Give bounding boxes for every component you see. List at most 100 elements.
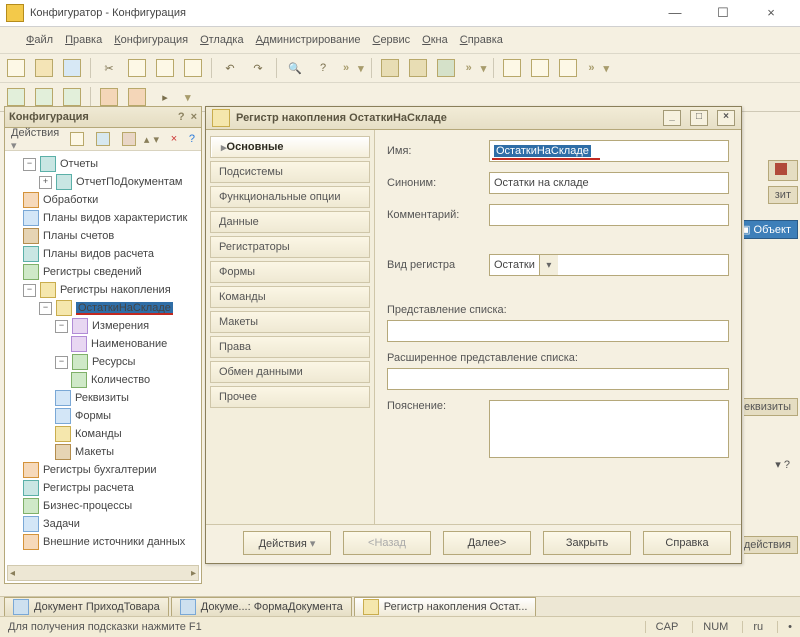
chevron-down-icon[interactable]: ▾	[358, 62, 361, 75]
input-synonym[interactable]: Остатки на складе	[489, 172, 729, 194]
scroll-right-icon[interactable]: ▸	[191, 568, 196, 579]
tree-item[interactable]: ОтчетПоДокументам	[76, 176, 183, 188]
sliver-actions[interactable]: действия	[744, 536, 798, 554]
tb-undo-icon[interactable]: ↶	[218, 56, 242, 80]
tb-icon[interactable]	[528, 56, 552, 80]
sliver-object-tab[interactable]: ▣ Объект	[744, 220, 798, 239]
tb-icon[interactable]	[434, 56, 458, 80]
dropdown-icon[interactable]: ▾	[539, 255, 558, 275]
dock-tab[interactable]: Докуме...: ФормаДокумента	[171, 597, 352, 617]
tree-item[interactable]: Команды	[75, 428, 122, 440]
tab-exchange[interactable]: Обмен данными	[210, 361, 370, 383]
tb-clip-icon[interactable]	[181, 56, 205, 80]
tb-icon[interactable]	[406, 56, 430, 80]
dock-tab-active[interactable]: Регистр накопления Остат...	[354, 597, 537, 617]
help-button[interactable]: Справка	[643, 531, 731, 555]
cp-chevron-icon[interactable]: ▾	[153, 133, 159, 146]
input-ext-list-representation[interactable]	[387, 368, 729, 390]
next-button[interactable]: Далее>	[443, 531, 531, 555]
input-name[interactable]: ОстаткиНаСкладе	[489, 140, 729, 162]
tree-item[interactable]: Планы счетов	[43, 230, 114, 242]
menu-windows[interactable]: Окна	[422, 34, 448, 46]
tree-item[interactable]: Измерения	[92, 320, 149, 332]
tree-item[interactable]: Обработки	[43, 194, 98, 206]
tree-item[interactable]: Регистры сведений	[43, 266, 142, 278]
tb-paste-icon[interactable]	[153, 56, 177, 80]
tb-help-icon[interactable]: ?	[311, 56, 335, 80]
menu-service[interactable]: Сервис	[372, 34, 410, 46]
cp-chevron-icon[interactable]: ▴	[144, 133, 150, 146]
tb-icon[interactable]	[556, 56, 580, 80]
tab-forms[interactable]: Формы	[210, 261, 370, 283]
menu-help[interactable]: Справка	[460, 34, 503, 46]
window-maximize-button[interactable]: ☐	[708, 5, 738, 21]
tree-toggle[interactable]: −	[23, 284, 36, 297]
tree-toggle[interactable]: −	[23, 158, 36, 171]
tree-scrollbar[interactable]: ◂ ▸	[7, 565, 199, 581]
tree-item[interactable]: Макеты	[75, 446, 114, 458]
tb-icon[interactable]	[500, 56, 524, 80]
menu-config[interactable]: Конфигурация	[114, 34, 188, 46]
chevron-right-icon[interactable]: »	[588, 62, 591, 74]
back-button[interactable]: <Назад	[343, 531, 431, 555]
actions-dropdown[interactable]: Действия	[11, 127, 62, 152]
config-tree[interactable]: −Отчеты +ОтчетПоДокументам Обработки Пла…	[5, 151, 201, 571]
actions-button[interactable]: Действия	[243, 531, 331, 555]
tree-item[interactable]: Регистры бухгалтерии	[43, 464, 157, 476]
editor-close-button[interactable]: ×	[717, 110, 735, 126]
tab-registrators[interactable]: Регистраторы	[210, 236, 370, 258]
tb-redo-icon[interactable]: ↷	[246, 56, 270, 80]
tab-data[interactable]: Данные	[210, 211, 370, 233]
tree-item[interactable]: Регистры расчета	[43, 482, 134, 494]
cp-tool-icon[interactable]	[118, 127, 140, 151]
tree-item[interactable]: Наименование	[91, 338, 167, 350]
tab-funcopts[interactable]: Функциональные опции	[210, 186, 370, 208]
input-comment[interactable]	[489, 204, 729, 226]
tree-item-registry[interactable]: Регистры накопления	[60, 284, 171, 296]
tree-item[interactable]: Бизнес-процессы	[43, 500, 132, 512]
input-list-representation[interactable]	[387, 320, 729, 342]
tree-item[interactable]: Планы видов характеристик	[43, 212, 187, 224]
window-minimize-button[interactable]: —	[660, 5, 690, 21]
chevron-right-icon[interactable]: »	[466, 62, 469, 74]
tb-new-icon[interactable]	[4, 56, 28, 80]
tree-toggle[interactable]: +	[39, 176, 52, 189]
tree-toggle[interactable]: −	[55, 356, 68, 369]
editor-minimize-button[interactable]: _	[663, 110, 681, 126]
tb-find-icon[interactable]: 🔍	[283, 56, 307, 80]
tree-item[interactable]: Задачи	[43, 518, 80, 530]
tb-open-icon[interactable]	[32, 56, 56, 80]
menu-debug[interactable]: Отладка	[200, 34, 244, 46]
tree-item[interactable]: Ресурсы	[92, 356, 135, 368]
sliver-help-icon[interactable]: ▾ ?	[769, 456, 796, 473]
tree-item[interactable]: Внешние источники данных	[43, 536, 185, 548]
help-icon[interactable]: ?	[178, 111, 185, 123]
menu-file[interactable]: Файл	[26, 34, 53, 46]
dock-tab[interactable]: Документ ПриходТовара	[4, 597, 169, 617]
tree-item[interactable]: Планы видов расчета	[43, 248, 154, 260]
close-panel-icon[interactable]: ×	[191, 111, 197, 123]
tree-item[interactable]: Количество	[91, 374, 150, 386]
chevron-down-icon[interactable]: ▾	[185, 91, 188, 104]
menu-edit[interactable]: Правка	[65, 34, 102, 46]
tab-subsystems[interactable]: Подсистемы	[210, 161, 370, 183]
tab-main[interactable]: ▸Основные	[210, 136, 370, 158]
tab-rights[interactable]: Права	[210, 336, 370, 358]
close-button[interactable]: Закрыть	[543, 531, 631, 555]
tree-toggle[interactable]: −	[39, 302, 52, 315]
select-register-kind[interactable]: Остатки ▾	[489, 254, 729, 276]
input-explanation[interactable]	[489, 400, 729, 458]
tab-templates[interactable]: Макеты	[210, 311, 370, 333]
tab-other[interactable]: Прочее	[210, 386, 370, 408]
tree-toggle[interactable]: −	[55, 320, 68, 333]
chevron-down-icon[interactable]: ▾	[481, 62, 484, 75]
scroll-left-icon[interactable]: ◂	[10, 568, 15, 579]
tree-item-ostatki-selected[interactable]: ОстаткиНаСкладе	[76, 302, 173, 314]
cp-delete-icon[interactable]: ×	[163, 127, 185, 151]
chevron-down-icon[interactable]: ▾	[603, 62, 606, 75]
tb-copy-icon[interactable]	[125, 56, 149, 80]
tb-icon[interactable]	[378, 56, 402, 80]
menu-admin[interactable]: Администрирование	[256, 34, 361, 46]
chevron-right-icon[interactable]: »	[343, 62, 346, 74]
tree-item[interactable]: Реквизиты	[75, 392, 129, 404]
